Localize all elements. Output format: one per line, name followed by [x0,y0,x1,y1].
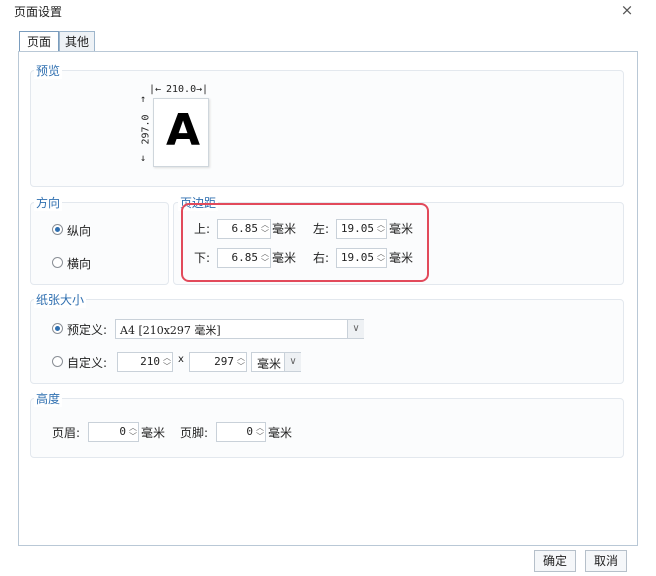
spin-up-icon[interactable]: ︿ [162,353,172,362]
title-bar: 页面设置 × [0,0,656,22]
spin-down-icon[interactable]: ﹀ [236,362,246,371]
paper-size-value: A4 [210x297 毫米] [120,324,221,337]
custom-width-spinner[interactable]: ︿ ﹀ [162,353,172,371]
header-unit: 毫米 [141,426,166,440]
chevron-down-icon[interactable]: ∨ [284,353,301,371]
custom-width-input[interactable]: 210 ︿ ﹀ [117,352,173,372]
height-title: 高度 [34,390,63,407]
tab-other[interactable]: 其他 [59,31,95,52]
spin-down-icon[interactable]: ﹀ [162,362,172,371]
orientation-title: 方向 [34,194,63,211]
footer-label: 页脚: [180,426,209,440]
window-title: 页面设置 [14,5,63,19]
predefined-label: 预定义: [67,323,108,337]
spin-down-icon[interactable]: ﹀ [255,432,265,441]
orientation-group [30,202,169,285]
spin-down-icon[interactable]: ﹀ [128,432,138,441]
width-right-arrow: →| [196,84,209,95]
custom-width-value: 210 [140,355,160,368]
spin-up-icon[interactable]: ︿ [236,353,246,362]
chevron-down-icon[interactable]: ∨ [347,320,364,338]
footer-unit: 毫米 [268,426,293,440]
spin-up-icon[interactable]: ︿ [255,423,265,432]
landscape-radio[interactable] [52,257,63,268]
footer-input[interactable]: 0 ︿ ﹀ [216,422,266,442]
close-icon[interactable]: × [618,1,636,19]
spin-up-icon[interactable]: ︿ [128,423,138,432]
custom-height-value: 297 [214,355,234,368]
preview-group [30,70,624,187]
custom-height-spinner[interactable]: ︿ ﹀ [236,353,246,371]
header-spinner[interactable]: ︿ ﹀ [128,423,138,441]
height-top-arrow: ↑ [140,94,147,105]
custom-radio[interactable] [52,356,63,367]
preview-letter: A [165,105,201,156]
portrait-radio[interactable] [52,224,63,235]
height-bottom-arrow: ↓ [140,153,147,164]
unit-select[interactable]: 毫米 ∨ [251,352,301,372]
preview-title: 预览 [34,62,63,79]
ok-button[interactable]: 确定 [534,550,576,572]
paper-size-title: 纸张大小 [34,291,87,308]
margin-highlight-box [181,203,429,282]
times-symbol: x [178,354,184,365]
header-input[interactable]: 0 ︿ ﹀ [88,422,139,442]
cancel-button[interactable]: 取消 [585,550,627,572]
portrait-label: 纵向 [67,224,92,238]
landscape-label: 横向 [67,257,92,271]
custom-label: 自定义: [67,356,108,370]
width-left-arrow: |← [149,84,162,95]
footer-value: 0 [246,425,253,438]
width-dimension-label: 210.0 [166,84,197,95]
header-label: 页眉: [52,426,81,440]
height-dimension-label: 297.0 [140,114,152,145]
tab-page[interactable]: 页面 [19,31,59,53]
custom-height-input[interactable]: 297 ︿ ﹀ [189,352,247,372]
header-value: 0 [119,425,126,438]
footer-spinner[interactable]: ︿ ﹀ [255,423,265,441]
predefined-radio[interactable] [52,323,63,334]
paper-size-select[interactable]: A4 [210x297 毫米] ∨ [115,319,364,339]
unit-select-value: 毫米 [257,357,282,371]
